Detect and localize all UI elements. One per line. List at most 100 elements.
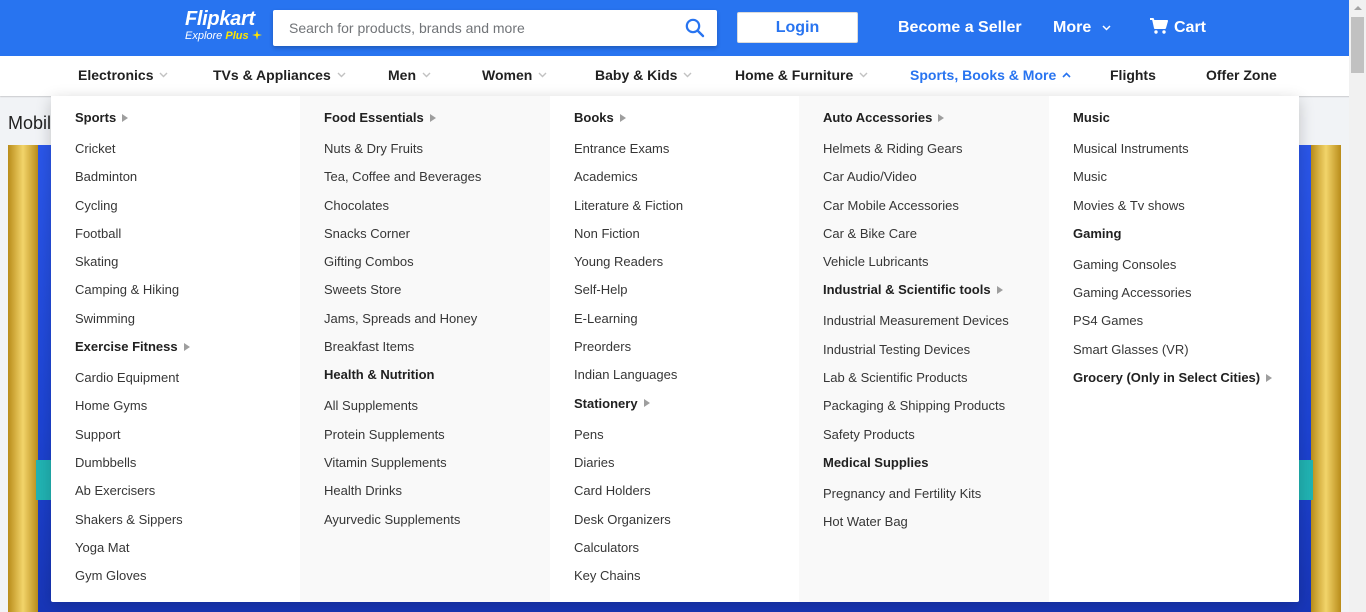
menu-item-link[interactable]: Card Holders (574, 481, 800, 509)
menu-item-link[interactable]: Music (1073, 167, 1299, 195)
menu-item-link[interactable]: Nuts & Dry Fruits (324, 139, 550, 167)
nav-home-furniture[interactable]: Home & Furniture (735, 56, 868, 96)
menu-item-link[interactable]: Football (75, 224, 301, 252)
menu-item-link[interactable]: Lab & Scientific Products (823, 368, 1049, 396)
menu-item-link[interactable]: Gifting Combos (324, 252, 550, 280)
menu-category-heading[interactable]: Medical Supplies (823, 453, 1049, 484)
menu-category-heading[interactable]: Gaming (1073, 224, 1299, 255)
menu-item-link[interactable]: Key Chains (574, 566, 800, 594)
menu-item-link[interactable]: Diaries (574, 453, 800, 481)
menu-item-link[interactable]: Packaging & Shipping Products (823, 396, 1049, 424)
menu-item-link[interactable]: Chocolates (324, 196, 550, 224)
menu-item-link[interactable]: Academics (574, 167, 800, 195)
menu-item-link[interactable]: Dumbbells (75, 453, 301, 481)
menu-item-link[interactable]: Literature & Fiction (574, 196, 800, 224)
menu-item-link[interactable]: Yoga Mat (75, 538, 301, 566)
menu-item-link[interactable]: All Supplements (324, 396, 550, 424)
login-button[interactable]: Login (737, 12, 858, 43)
menu-item-link[interactable]: Helmets & Riding Gears (823, 139, 1049, 167)
menu-category-heading[interactable]: Music (1073, 108, 1299, 139)
nav-men[interactable]: Men (388, 56, 431, 96)
menu-item-link[interactable]: Health Drinks (324, 481, 550, 509)
menu-column: Music Musical Instruments Music Movies & Tv… (1049, 96, 1299, 602)
menu-item-link[interactable]: Tea, Coffee and Beverages (324, 167, 550, 195)
page-section-title: Mobil (8, 113, 52, 133)
page-scrollbar[interactable] (1349, 0, 1366, 612)
menu-item-link[interactable]: Indian Languages (574, 365, 800, 393)
menu-item-link[interactable]: Safety Products (823, 425, 1049, 453)
menu-item-link[interactable]: Car Mobile Accessories (823, 196, 1049, 224)
nav-baby-kids[interactable]: Baby & Kids (595, 56, 692, 96)
category-heading-label: Health & Nutrition (324, 367, 435, 383)
search-input[interactable] (273, 10, 653, 46)
flipkart-logo[interactable]: Flipkart Explore Plus (185, 9, 262, 43)
menu-item-link[interactable]: Home Gyms (75, 396, 301, 424)
menu-item-link[interactable]: PS4 Games (1073, 311, 1299, 339)
menu-item-link[interactable]: Jams, Spreads and Honey (324, 309, 550, 337)
menu-item-link[interactable]: Industrial Testing Devices (823, 340, 1049, 368)
menu-category-heading[interactable]: Books (574, 108, 800, 139)
menu-item-link[interactable]: Vitamin Supplements (324, 453, 550, 481)
menu-item-link[interactable]: Cardio Equipment (75, 368, 301, 396)
nav-tvs-appliances[interactable]: TVs & Appliances (213, 56, 346, 96)
menu-item-link[interactable]: Sweets Store (324, 280, 550, 308)
menu-category-heading[interactable]: Stationery (574, 394, 800, 425)
menu-item-link[interactable]: Cycling (75, 196, 301, 224)
menu-category-heading[interactable]: Health & Nutrition (324, 365, 550, 396)
nav-flights[interactable]: Flights (1110, 56, 1156, 96)
nav-women[interactable]: Women (482, 56, 547, 96)
cart-link[interactable]: Cart (1150, 0, 1206, 56)
nav-sports-books-more[interactable]: Sports, Books & More (910, 56, 1071, 96)
menu-item-link[interactable]: Snacks Corner (324, 224, 550, 252)
menu-category-heading[interactable]: Grocery (Only in Select Cities) (1073, 368, 1299, 399)
menu-item-link[interactable]: Smart Glasses (VR) (1073, 340, 1299, 368)
become-seller-label: Become a Seller (898, 19, 1022, 36)
menu-item-link[interactable]: Calculators (574, 538, 800, 566)
menu-item-link[interactable]: Car & Bike Care (823, 224, 1049, 252)
nav-offer-zone[interactable]: Offer Zone (1206, 56, 1277, 96)
menu-item-link[interactable]: Badminton (75, 167, 301, 195)
scroll-up-arrow[interactable] (1349, 0, 1366, 17)
menu-item-link[interactable]: Self-Help (574, 280, 800, 308)
menu-item-link[interactable]: Pens (574, 425, 800, 453)
menu-item-link[interactable]: Pregnancy and Fertility Kits (823, 484, 1049, 512)
nav-electronics[interactable]: Electronics (78, 56, 168, 96)
menu-item-link[interactable]: Shakers & Sippers (75, 510, 301, 538)
menu-item-link[interactable]: Desk Organizers (574, 510, 800, 538)
menu-item-link[interactable]: Ab Exercisers (75, 481, 301, 509)
menu-item-link[interactable]: Camping & Hiking (75, 280, 301, 308)
menu-item-link[interactable]: Entrance Exams (574, 139, 800, 167)
menu-item-link[interactable]: Gaming Accessories (1073, 283, 1299, 311)
menu-item-link[interactable]: Industrial Measurement Devices (823, 311, 1049, 339)
menu-category-heading[interactable]: Industrial & Scientific tools (823, 280, 1049, 311)
menu-item-link[interactable]: Breakfast Items (324, 337, 550, 365)
menu-item-link[interactable]: Swimming (75, 309, 301, 337)
menu-category-heading[interactable]: Sports (75, 108, 301, 139)
menu-item-link[interactable]: Ayurvedic Supplements (324, 510, 550, 538)
menu-item-link[interactable]: Hot Water Bag (823, 512, 1049, 540)
become-seller-link[interactable]: Become a Seller (898, 0, 1022, 56)
menu-item-link[interactable]: Preorders (574, 337, 800, 365)
menu-item-link[interactable]: Gaming Consoles (1073, 255, 1299, 283)
menu-item-link[interactable]: E-Learning (574, 309, 800, 337)
nav-label: TVs & Appliances (213, 67, 331, 83)
scrollbar-thumb[interactable] (1351, 17, 1364, 73)
cart-label: Cart (1174, 19, 1207, 36)
more-menu[interactable]: More (1053, 0, 1111, 56)
menu-item-link[interactable]: Gym Gloves (75, 566, 301, 594)
chevron-down-icon (683, 72, 692, 78)
menu-item-link[interactable]: Young Readers (574, 252, 800, 280)
menu-category-heading[interactable]: Auto Accessories (823, 108, 1049, 139)
menu-item-link[interactable]: Skating (75, 252, 301, 280)
menu-item-link[interactable]: Cricket (75, 139, 301, 167)
menu-item-link[interactable]: Car Audio/Video (823, 167, 1049, 195)
menu-category-heading[interactable]: Exercise Fitness (75, 337, 301, 368)
menu-category-heading[interactable]: Food Essentials (324, 108, 550, 139)
search-button[interactable] (685, 18, 705, 38)
menu-item-link[interactable]: Vehicle Lubricants (823, 252, 1049, 280)
menu-item-link[interactable]: Protein Supplements (324, 425, 550, 453)
menu-item-link[interactable]: Musical Instruments (1073, 139, 1299, 167)
menu-item-link[interactable]: Movies & Tv shows (1073, 196, 1299, 224)
menu-item-link[interactable]: Support (75, 425, 301, 453)
menu-item-link[interactable]: Non Fiction (574, 224, 800, 252)
